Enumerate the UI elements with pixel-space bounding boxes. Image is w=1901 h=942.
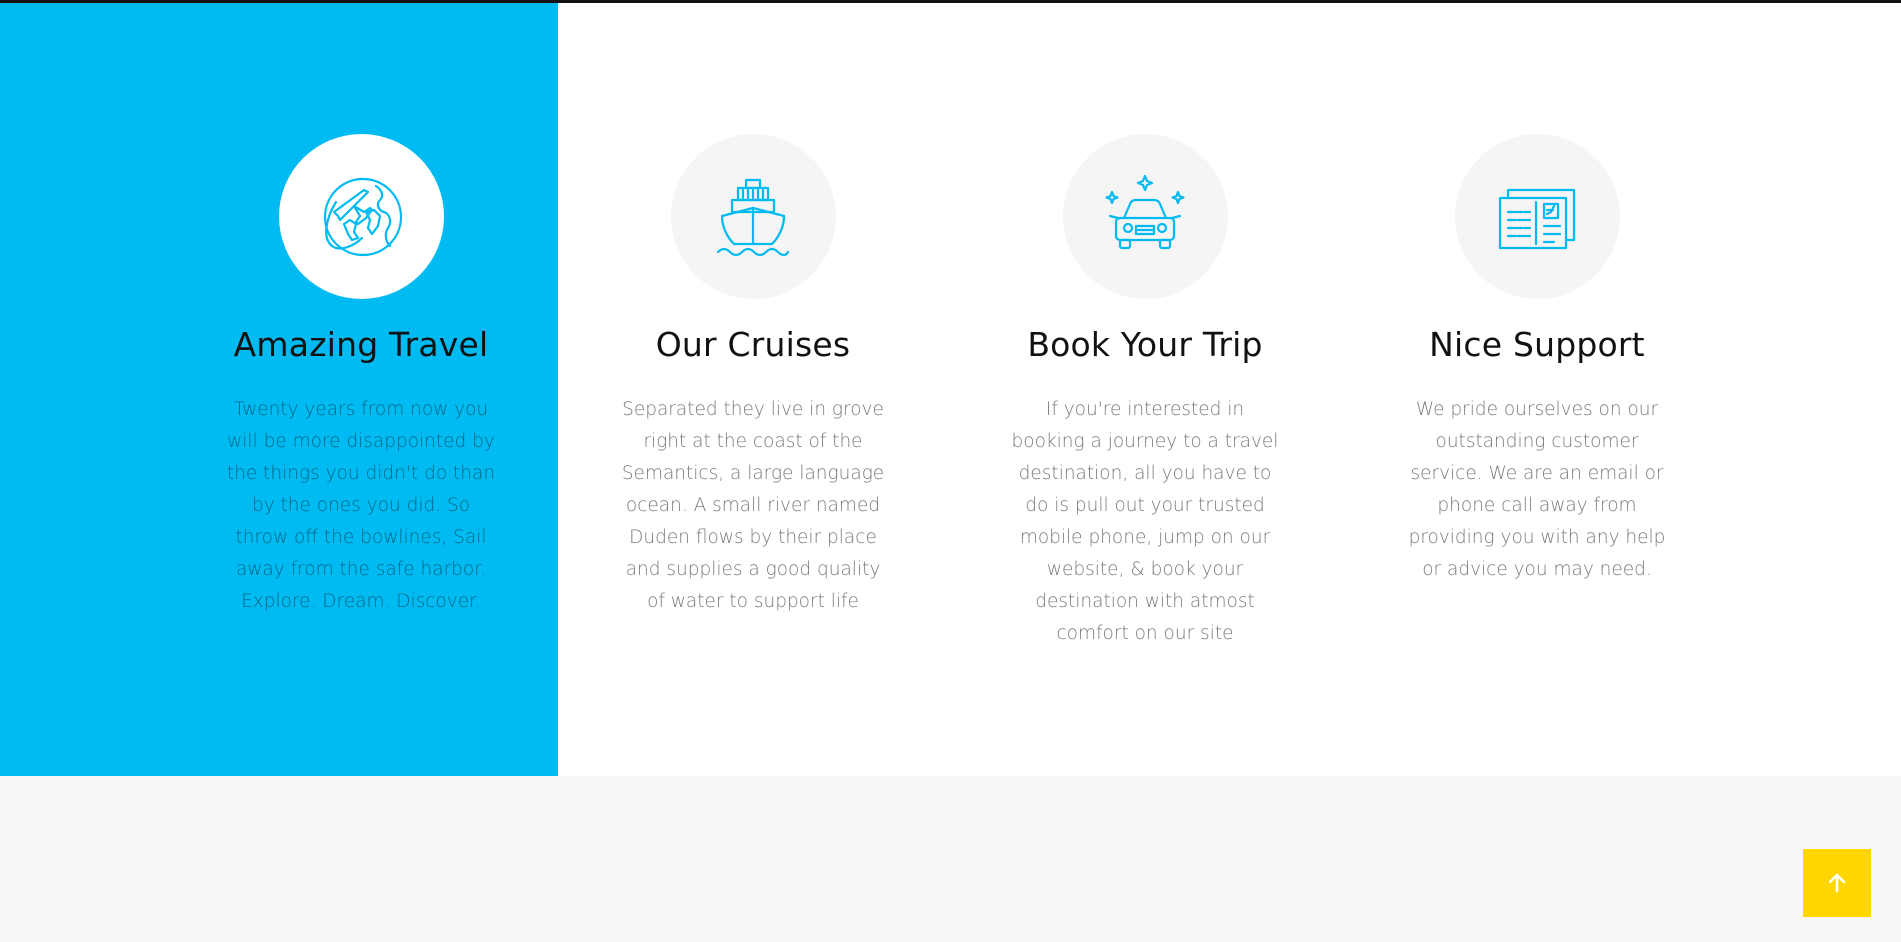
service-description: Twenty years from now you will be more d…	[226, 399, 496, 612]
service-title: Our Cruises	[655, 325, 851, 364]
globe-plane-icon	[323, 177, 403, 256]
service-icon-circle	[670, 134, 836, 299]
service-description: We pride ourselves on our outstanding cu…	[1408, 399, 1666, 580]
service-icon-circle	[1454, 134, 1620, 299]
service-nice-support: Nice Support We pride ourselves on our o…	[1392, 134, 1682, 586]
service-title: Nice Support	[1429, 325, 1645, 364]
car-icon	[1105, 174, 1185, 249]
ticket-icon	[1498, 188, 1576, 249]
scroll-to-top-button[interactable]	[1803, 849, 1871, 917]
service-title: Amazing Travel	[233, 325, 489, 364]
service-amazing-travel: Amazing Travel Twenty years from now you…	[216, 134, 506, 618]
service-description: Separated they live in grove right at th…	[621, 399, 885, 612]
cruise-ship-icon	[716, 178, 790, 256]
service-description: If you're interested in booking a journe…	[1011, 399, 1279, 644]
service-icon-circle	[1062, 134, 1228, 299]
next-section	[0, 776, 1901, 942]
service-icon-circle	[278, 134, 444, 299]
service-title: Book Your Trip	[1027, 325, 1263, 364]
arrow-up-icon	[1828, 873, 1846, 893]
service-our-cruises: Our Cruises Separated they live in grove…	[608, 134, 898, 618]
service-book-your-trip: Book Your Trip If you're interested in b…	[1000, 134, 1290, 650]
